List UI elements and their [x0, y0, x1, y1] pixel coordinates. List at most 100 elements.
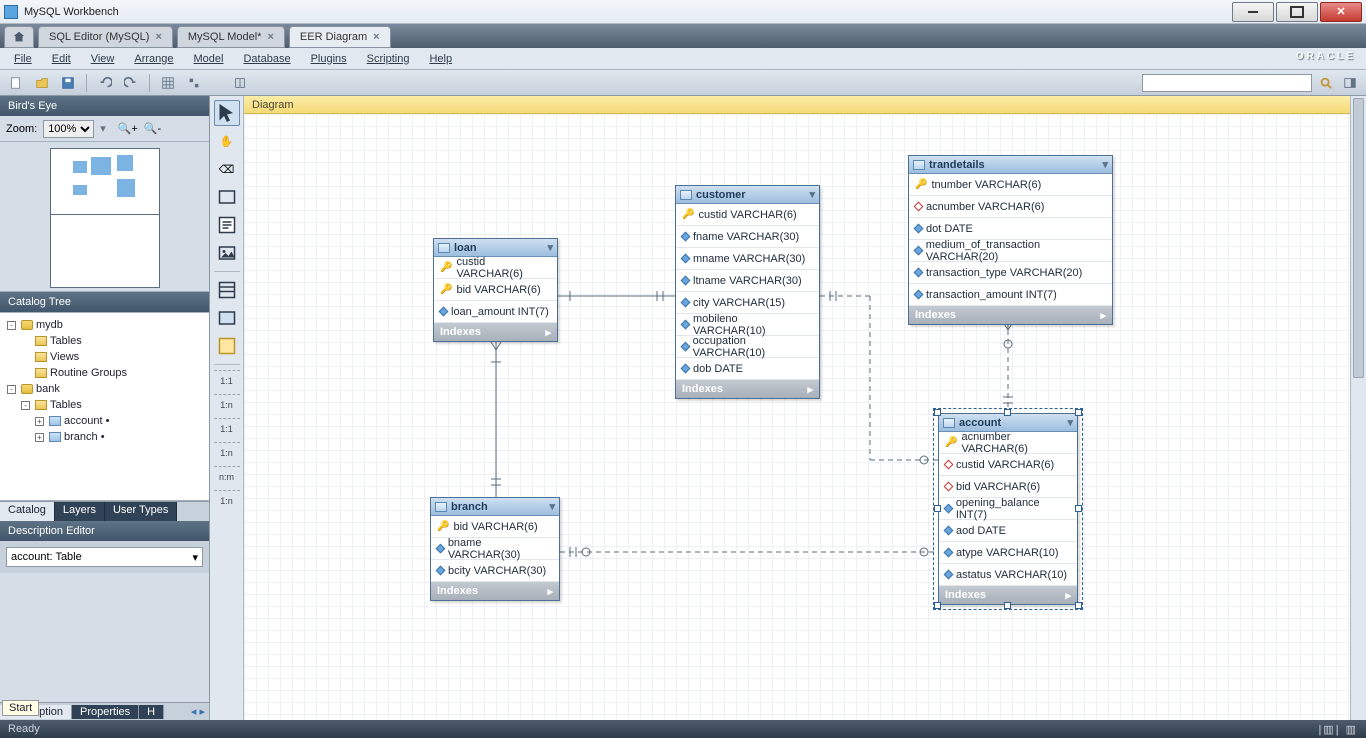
tool-table[interactable]	[214, 277, 240, 303]
chevron-down-icon[interactable]: ▾	[100, 122, 106, 135]
window-minimize-button[interactable]	[1232, 2, 1274, 22]
table-column[interactable]: 🔑tnumber VARCHAR(6)	[909, 174, 1112, 196]
table-column[interactable]: medium_of_transaction VARCHAR(20)	[909, 240, 1112, 262]
scroll-thumb[interactable]	[1353, 98, 1364, 378]
table-column[interactable]: dob DATE	[676, 358, 819, 380]
tool-eraser[interactable]: ⌫	[214, 156, 240, 182]
undo-button[interactable]	[95, 73, 115, 93]
zoom-in-icon[interactable]: 🔍+	[118, 122, 138, 135]
description-combo[interactable]: account: Table ▾	[6, 547, 203, 567]
expand-icon[interactable]: -	[7, 385, 16, 394]
toggle-right-panel-button[interactable]	[1340, 73, 1360, 93]
menu-model[interactable]: Model	[184, 53, 234, 65]
table-header[interactable]: branch▾	[431, 498, 559, 516]
tree-row[interactable]: -Tables	[0, 397, 209, 413]
birdseye-preview[interactable]	[0, 142, 209, 292]
catalog-tab-usertypes[interactable]: User Types	[105, 502, 177, 521]
table-indexes[interactable]: Indexes▸	[434, 323, 557, 341]
tool-image[interactable]	[214, 240, 240, 266]
tree-row[interactable]: Routine Groups	[0, 365, 209, 381]
menu-arrange[interactable]: Arrange	[124, 53, 183, 65]
table-column[interactable]: mobileno VARCHAR(10)	[676, 314, 819, 336]
menu-database[interactable]: Database	[233, 53, 300, 65]
tool-pointer[interactable]	[214, 100, 240, 126]
grid-toggle-button[interactable]	[158, 73, 178, 93]
table-column[interactable]: transaction_amount INT(7)	[909, 284, 1112, 306]
table-column[interactable]: atype VARCHAR(10)	[939, 542, 1077, 564]
table-column[interactable]: 🔑bid VARCHAR(6)	[431, 516, 559, 538]
table-column[interactable]: loan_amount INT(7)	[434, 301, 557, 323]
expand-icon[interactable]: -	[21, 401, 30, 410]
table-column[interactable]: 🔑bid VARCHAR(6)	[434, 279, 557, 301]
description-body[interactable]	[0, 573, 209, 702]
table-column[interactable]: occupation VARCHAR(10)	[676, 336, 819, 358]
align-toggle-button[interactable]	[184, 73, 204, 93]
tool-rel-1-n-id[interactable]: 1:n	[214, 442, 240, 464]
open-file-button[interactable]	[32, 73, 52, 93]
expand-icon[interactable]: +	[35, 433, 44, 442]
new-file-button[interactable]	[6, 73, 26, 93]
table-header[interactable]: customer▾	[676, 186, 819, 204]
tool-rel-1-n-pick[interactable]: 1:n	[214, 490, 240, 512]
table-column[interactable]: custid VARCHAR(6)	[939, 454, 1077, 476]
tool-view[interactable]	[214, 305, 240, 331]
tree-row[interactable]: Views	[0, 349, 209, 365]
table-column[interactable]: transaction_type VARCHAR(20)	[909, 262, 1112, 284]
table-column[interactable]: bcity VARCHAR(30)	[431, 560, 559, 582]
table-column[interactable]: aod DATE	[939, 520, 1077, 542]
chevron-down-icon[interactable]: ▾	[809, 188, 815, 201]
tree-row[interactable]: +branch •	[0, 429, 209, 445]
table-column[interactable]: bname VARCHAR(30)	[431, 538, 559, 560]
table-branch[interactable]: branch▾🔑bid VARCHAR(6)bname VARCHAR(30)b…	[430, 497, 560, 601]
tool-rel-1-n-nonid[interactable]: 1:n	[214, 394, 240, 416]
tool-layer[interactable]	[214, 184, 240, 210]
table-column[interactable]: 🔑acnumber VARCHAR(6)	[939, 432, 1077, 454]
tool-rel-n-m[interactable]: n:m	[214, 466, 240, 488]
table-column[interactable]: ltname VARCHAR(30)	[676, 270, 819, 292]
catalog-tree[interactable]: -mydbTablesViewsRoutine Groups-bank-Tabl…	[0, 312, 209, 501]
table-indexes[interactable]: Indexes▸	[676, 380, 819, 398]
chevron-down-icon[interactable]: ▾	[1067, 416, 1073, 429]
expand-icon[interactable]: -	[7, 321, 16, 330]
table-loan[interactable]: loan▾🔑custid VARCHAR(6)🔑bid VARCHAR(6)lo…	[433, 238, 558, 342]
zoom-select[interactable]: 100%	[43, 120, 94, 138]
table-column[interactable]: astatus VARCHAR(10)	[939, 564, 1077, 586]
table-column[interactable]: acnumber VARCHAR(6)	[909, 196, 1112, 218]
table-column[interactable]: dot DATE	[909, 218, 1112, 240]
menu-plugins[interactable]: Plugins	[301, 53, 357, 65]
window-close-button[interactable]	[1320, 2, 1362, 22]
tool-note[interactable]	[214, 212, 240, 238]
menu-edit[interactable]: Edit	[42, 53, 81, 65]
redo-button[interactable]	[121, 73, 141, 93]
menu-view[interactable]: View	[81, 53, 125, 65]
table-account[interactable]: account▾🔑acnumber VARCHAR(6)custid VARCH…	[938, 413, 1078, 605]
chevron-down-icon[interactable]: ▾	[1102, 158, 1108, 171]
table-indexes[interactable]: Indexes▸	[431, 582, 559, 600]
table-column[interactable]: 🔑custid VARCHAR(6)	[434, 257, 557, 279]
chevron-down-icon[interactable]: ▾	[547, 241, 553, 254]
close-icon[interactable]: ×	[267, 31, 273, 43]
table-customer[interactable]: customer▾🔑custid VARCHAR(6)fname VARCHAR…	[675, 185, 820, 399]
search-input[interactable]	[1142, 74, 1312, 92]
catalog-tab-catalog[interactable]: Catalog	[0, 502, 55, 521]
tool-routine[interactable]	[214, 333, 240, 359]
save-button[interactable]	[58, 73, 78, 93]
table-column[interactable]: 🔑custid VARCHAR(6)	[676, 204, 819, 226]
table-column[interactable]: fname VARCHAR(30)	[676, 226, 819, 248]
chevron-down-icon[interactable]: ▾	[549, 500, 555, 513]
zoom-out-icon[interactable]: 🔍-	[144, 122, 161, 135]
table-header[interactable]: account▾	[939, 414, 1077, 432]
vertical-scrollbar[interactable]	[1350, 96, 1366, 720]
menu-file[interactable]: File	[4, 53, 42, 65]
window-maximize-button[interactable]	[1276, 2, 1318, 22]
search-button[interactable]	[1316, 73, 1336, 93]
table-trandetails[interactable]: trandetails▾🔑tnumber VARCHAR(6)acnumber …	[908, 155, 1113, 325]
table-column[interactable]: bid VARCHAR(6)	[939, 476, 1077, 498]
export-button[interactable]	[230, 73, 250, 93]
tool-rel-1-1-id[interactable]: 1:1	[214, 418, 240, 440]
tab-sql-editor[interactable]: SQL Editor (MySQL) ×	[38, 26, 173, 48]
tool-hand[interactable]: ✋	[214, 128, 240, 154]
tab-mysql-model[interactable]: MySQL Model* ×	[177, 26, 285, 48]
close-icon[interactable]: ×	[155, 31, 161, 43]
expand-icon[interactable]: +	[35, 417, 44, 426]
